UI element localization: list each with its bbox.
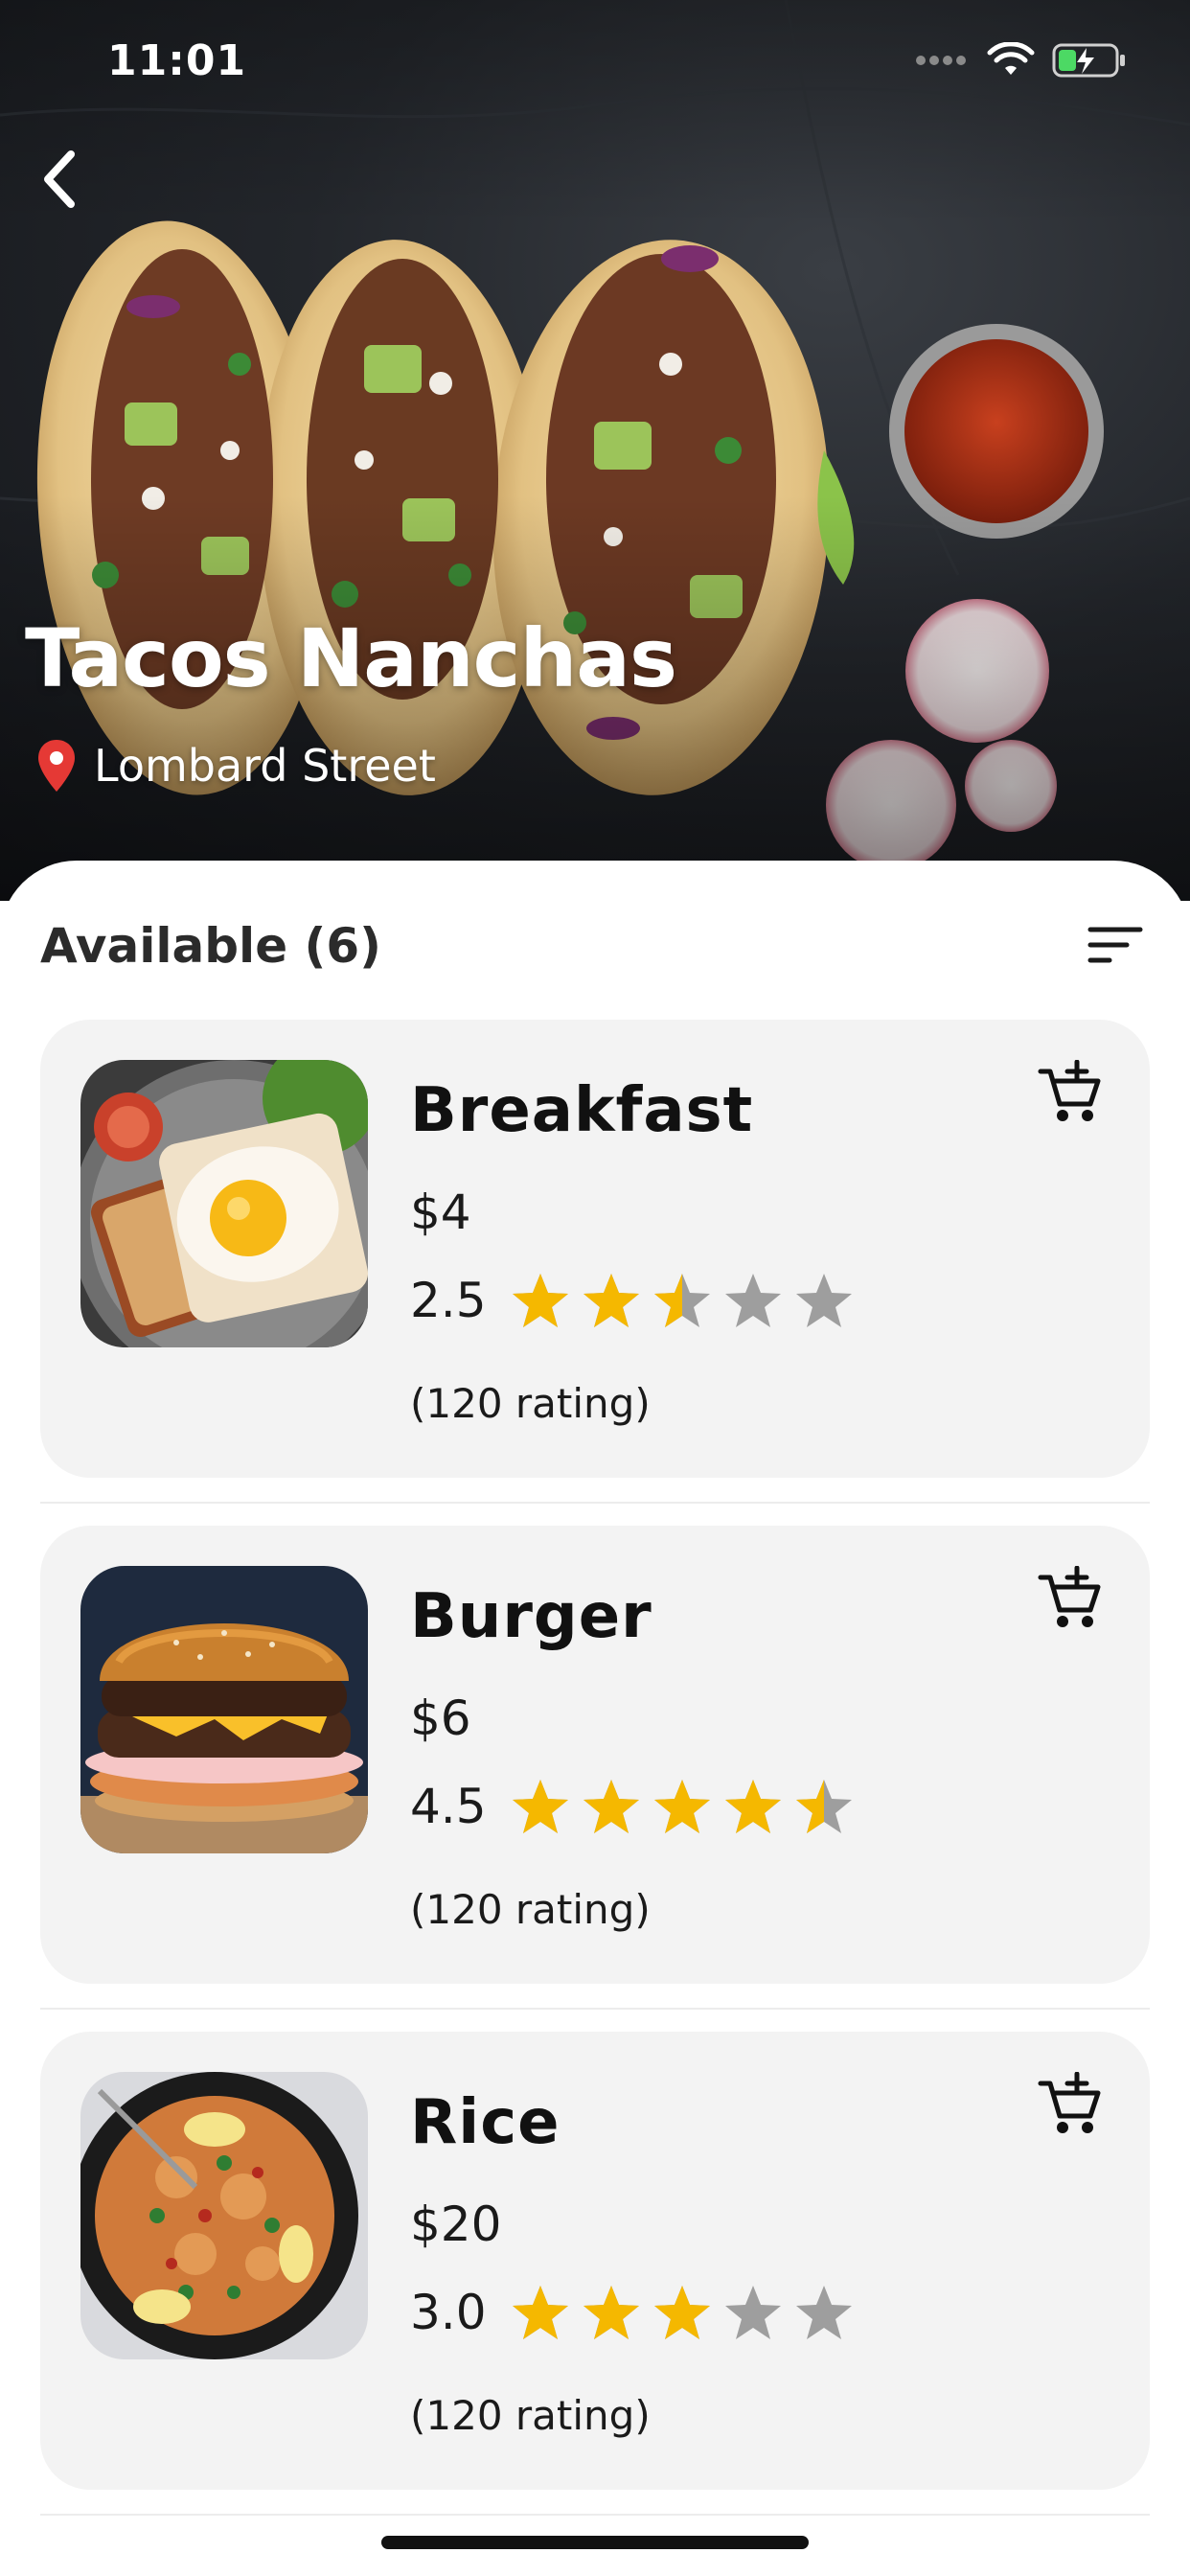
- signal-dots-icon: [916, 56, 966, 65]
- available-header: Available (6): [40, 918, 382, 974]
- item-rating: 4.5: [410, 1777, 855, 1836]
- sort-lines-icon: [1087, 927, 1143, 963]
- item-price: $6: [410, 1690, 471, 1746]
- star-half-icon: [653, 1274, 710, 1327]
- sort-button[interactable]: [1087, 922, 1144, 968]
- star-empty-icon: [724, 1274, 781, 1327]
- add-to-cart-icon: [1038, 2071, 1101, 2133]
- star-full-icon: [583, 1780, 639, 1833]
- item-name: Rice: [410, 2087, 561, 2158]
- status-icons: [916, 42, 1127, 79]
- chevron-left-icon: [44, 150, 75, 208]
- star-full-icon: [512, 1780, 568, 1833]
- status-bar: 11:01: [0, 0, 1190, 125]
- battery-charging-icon: [1052, 43, 1125, 78]
- star-rating: [510, 2283, 855, 2342]
- star-empty-icon: [724, 2286, 781, 2339]
- rating-count: (120 rating): [410, 2392, 651, 2439]
- star-empty-icon: [795, 2286, 852, 2339]
- home-indicator[interactable]: [381, 2536, 809, 2549]
- rating-count: (120 rating): [410, 1886, 651, 1933]
- add-to-cart-button[interactable]: [1037, 1059, 1104, 1127]
- star-full-icon: [653, 1780, 710, 1833]
- wifi-icon: [987, 42, 1035, 75]
- rating-value: 3.0: [410, 2285, 487, 2340]
- divider: [40, 2514, 1150, 2516]
- restaurant-location[interactable]: Lombard Street: [36, 738, 436, 794]
- divider: [40, 2008, 1150, 2010]
- item-rating: 2.5: [410, 1271, 855, 1330]
- burger-image: [80, 1566, 368, 1853]
- star-full-icon: [724, 1780, 781, 1833]
- menu-item-card[interactable]: Burger $6 4.5 (120 rating): [40, 1526, 1150, 1984]
- item-name: Breakfast: [410, 1075, 754, 1146]
- back-button[interactable]: [33, 146, 86, 213]
- status-time: 11:01: [107, 36, 247, 85]
- star-full-icon: [653, 2286, 710, 2339]
- hero-banner: 11:01 Tacos Nanchas Lombard Street: [0, 0, 1190, 901]
- star-empty-icon: [795, 1274, 852, 1327]
- item-name: Burger: [410, 1581, 652, 1652]
- add-to-cart-icon: [1038, 1565, 1101, 1627]
- star-rating: [510, 1271, 855, 1330]
- star-full-icon: [512, 1274, 568, 1327]
- item-price: $4: [410, 1184, 471, 1240]
- item-price: $20: [410, 2196, 502, 2252]
- menu-item-card[interactable]: Breakfast $4 2.5 (120 rating): [40, 1020, 1150, 1478]
- menu-item-card[interactable]: Rice $20 3.0 (120 rating): [40, 2032, 1150, 2490]
- breakfast-image: [80, 1060, 368, 1347]
- rating-value: 2.5: [410, 1273, 487, 1328]
- star-rating: [510, 1777, 855, 1836]
- menu-sheet: Available (6) Breakfast $4 2.5 (120 rati…: [0, 861, 1190, 2576]
- restaurant-screen: 11:01 Tacos Nanchas Lombard Street Avail…: [0, 0, 1190, 2576]
- rating-count: (120 rating): [410, 1380, 651, 1427]
- add-to-cart-button[interactable]: [1037, 2071, 1104, 2139]
- add-to-cart-button[interactable]: [1037, 1565, 1104, 1633]
- add-to-cart-icon: [1038, 1059, 1101, 1121]
- star-half-icon: [795, 1780, 852, 1833]
- star-full-icon: [583, 2286, 639, 2339]
- star-full-icon: [512, 2286, 568, 2339]
- map-pin-icon: [38, 740, 75, 792]
- rating-value: 4.5: [410, 1779, 487, 1834]
- item-rating: 3.0: [410, 2283, 855, 2342]
- star-full-icon: [583, 1274, 639, 1327]
- location-label: Lombard Street: [94, 740, 436, 792]
- divider: [40, 1502, 1150, 1504]
- rice-image: [80, 2072, 368, 2359]
- restaurant-title: Tacos Nanchas: [25, 611, 677, 705]
